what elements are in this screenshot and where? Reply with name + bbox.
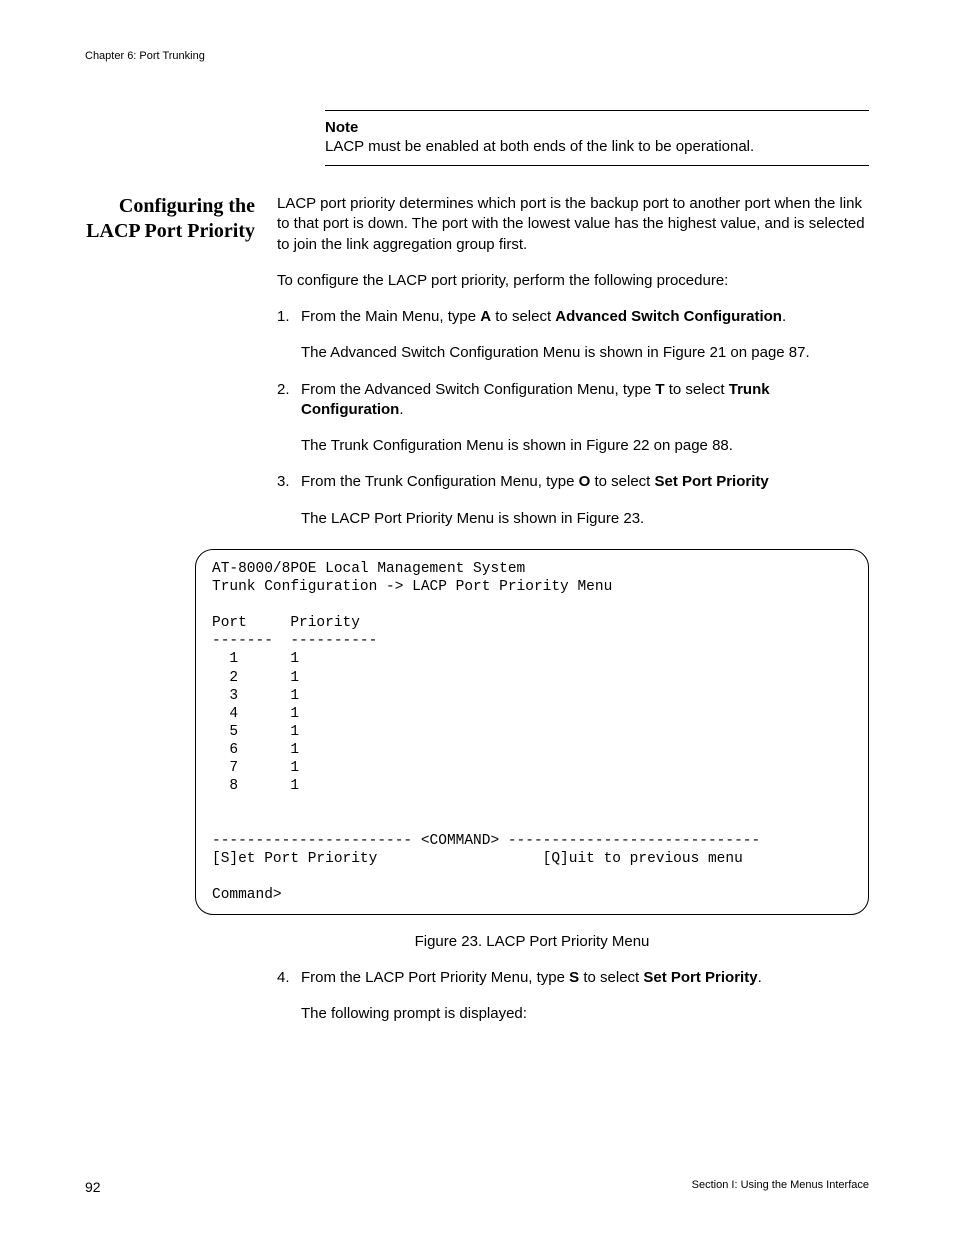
step-sub: The following prompt is displayed:	[301, 1004, 869, 1024]
step-1: 1. From the Main Menu, type A to select …	[277, 307, 869, 364]
step-key: S	[569, 969, 579, 986]
step-text-pre: From the Advanced Switch Configuration M…	[301, 381, 655, 398]
step-number: 1.	[277, 307, 301, 364]
step-target: Set Port Priority	[643, 969, 757, 986]
step-sub: The Advanced Switch Configuration Menu i…	[301, 343, 869, 363]
step-4: 4. From the LACP Port Priority Menu, typ…	[277, 968, 869, 1025]
step-text-mid: to select	[491, 308, 555, 325]
step-text-pre: From the Main Menu, type	[301, 308, 480, 325]
step-key: O	[579, 473, 591, 490]
step-3: 3. From the Trunk Configuration Menu, ty…	[277, 472, 869, 529]
figure-caption: Figure 23. LACP Port Priority Menu	[195, 933, 869, 950]
step-number: 4.	[277, 968, 301, 1025]
step-text-post: .	[399, 401, 403, 418]
intro-paragraph-2: To configure the LACP port priority, per…	[277, 271, 869, 291]
note-block: Note LACP must be enabled at both ends o…	[325, 110, 869, 166]
terminal-screenshot: AT-8000/8POE Local Management System Tru…	[195, 549, 869, 915]
step-text-pre: From the Trunk Configuration Menu, type	[301, 473, 579, 490]
step-2: 2. From the Advanced Switch Configuratio…	[277, 380, 869, 457]
step-text-post: .	[782, 308, 786, 325]
step-text-mid: to select	[665, 381, 729, 398]
page-number: 92	[85, 1179, 101, 1195]
step-target: Set Port Priority	[655, 473, 769, 490]
step-text-mid: to select	[590, 473, 654, 490]
step-text-post: .	[758, 969, 762, 986]
step-number: 2.	[277, 380, 301, 457]
step-text-pre: From the LACP Port Priority Menu, type	[301, 969, 569, 986]
note-body: LACP must be enabled at both ends of the…	[325, 138, 869, 155]
intro-paragraph-1: LACP port priority determines which port…	[277, 194, 869, 255]
section-heading: Configuring the LACP Port Priority	[85, 194, 277, 244]
page-footer: 92 Section I: Using the Menus Interface	[85, 1179, 869, 1195]
chapter-header: Chapter 6: Port Trunking	[85, 50, 869, 62]
step-sub: The Trunk Configuration Menu is shown in…	[301, 436, 869, 456]
step-number: 3.	[277, 472, 301, 529]
note-title: Note	[325, 119, 869, 136]
step-sub: The LACP Port Priority Menu is shown in …	[301, 509, 869, 529]
section-label: Section I: Using the Menus Interface	[692, 1179, 869, 1195]
step-target: Advanced Switch Configuration	[555, 308, 782, 325]
step-key: T	[655, 381, 664, 398]
step-key: A	[480, 308, 491, 325]
step-text-mid: to select	[579, 969, 643, 986]
